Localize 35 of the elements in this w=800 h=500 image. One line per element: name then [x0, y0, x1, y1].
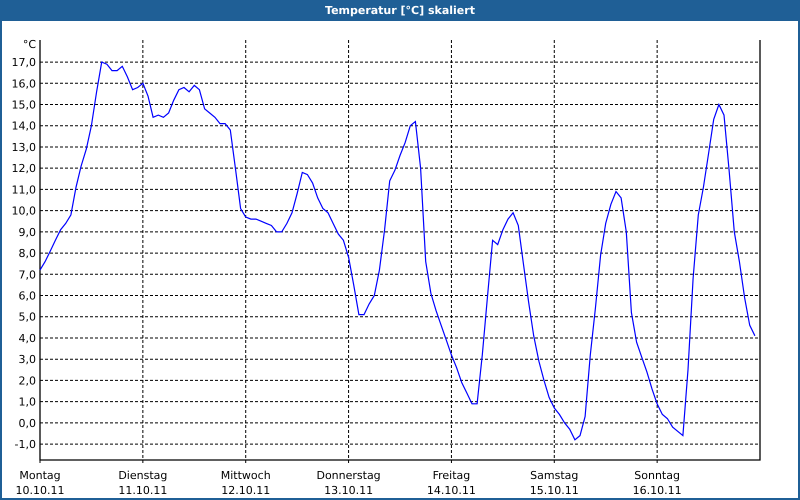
- weekday-label: Dienstag: [118, 468, 168, 482]
- axis-tick-label: 17,0: [12, 56, 36, 69]
- axis-tick-label: 11.10.11: [118, 484, 168, 497]
- axis-tick-label: 16.10.11: [632, 484, 682, 497]
- axis-tick-label: 13,0: [12, 140, 36, 154]
- axis-tick-label: 6,0: [18, 289, 36, 302]
- axis-tick-label: 15.10.11: [530, 484, 579, 497]
- weekday-label: Montag: [19, 468, 61, 482]
- window-title: Temperatur [°C] skaliert: [0, 0, 800, 21]
- axis-tick-label: 10,0: [12, 204, 36, 218]
- axis-tick-label: 13.10.11: [324, 484, 374, 497]
- axis-tick-label: 4,0: [18, 332, 36, 345]
- weekday-label: Freitag: [432, 468, 470, 482]
- axis-tick-label: 10.10.11: [16, 484, 64, 497]
- axis-tick-label: 12,0: [12, 162, 36, 176]
- axis-tick-label: 14.10.11: [426, 484, 476, 497]
- weekday-label: Donnerstag: [316, 468, 381, 482]
- axis-tick-label: -1,0: [14, 438, 36, 451]
- axis-tick-label: 15,0: [12, 98, 36, 112]
- weekday-label: Samstag: [530, 468, 578, 482]
- axis-tick-label: 3,0: [18, 353, 36, 366]
- weekday-label: Mittwoch: [220, 468, 271, 482]
- axis-tick-label: 1,0: [18, 396, 36, 409]
- axis-tick-label: 14,0: [12, 120, 36, 133]
- axis-tick-label: 16,0: [12, 77, 36, 90]
- axis-tick-label: 0,0: [18, 416, 36, 430]
- axis-tick-label: 7,0: [18, 268, 36, 282]
- axis-tick-label: 8,0: [18, 247, 36, 260]
- axis-tick-label: 2,0: [18, 374, 36, 388]
- axis-tick-label: 9,0: [18, 226, 36, 239]
- axis-tick-label: 11,0: [12, 183, 36, 196]
- axis-unit-label: °C: [22, 38, 36, 51]
- weekday-label: Sonntag: [634, 468, 680, 482]
- axis-tick-label: 5,0: [18, 310, 36, 324]
- axis-tick-label: 12.10.11: [221, 484, 270, 497]
